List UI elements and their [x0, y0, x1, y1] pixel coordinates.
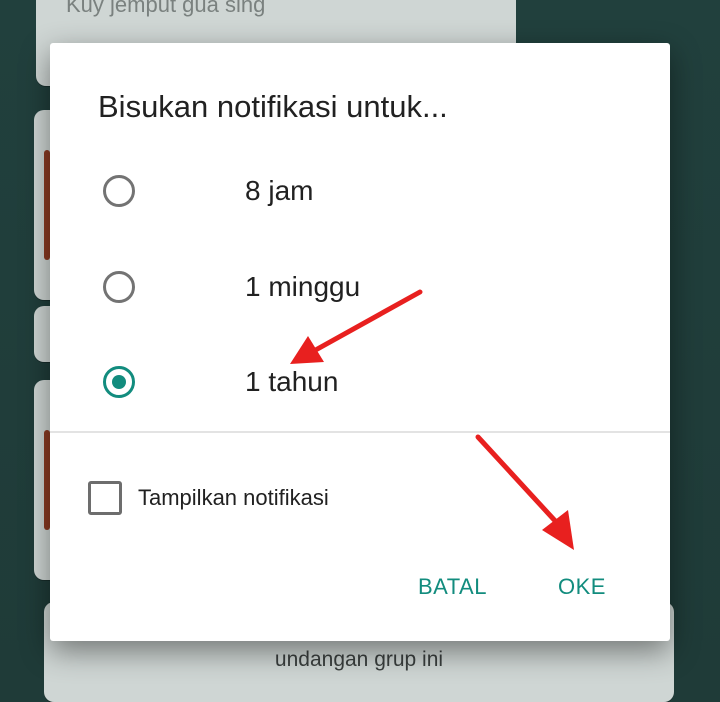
mute-option-1-year[interactable]: 1 tahun — [100, 353, 640, 417]
radio-unchecked-icon[interactable] — [103, 175, 135, 207]
checkbox-unchecked-icon[interactable] — [88, 481, 122, 515]
cancel-button[interactable]: BATAL — [410, 568, 495, 606]
dialog-title: Bisukan notifikasi untuk... — [98, 89, 448, 124]
radio-unchecked-icon[interactable] — [103, 271, 135, 303]
checkbox-label: Tampilkan notifikasi — [138, 485, 329, 510]
mute-notifications-dialog: Bisukan notifikasi untuk... 8 jam 1 ming… — [50, 43, 670, 641]
system-message-text: undangan grup ini — [274, 648, 444, 671]
show-notifications-checkbox-row[interactable]: Tampilkan notifikasi — [88, 479, 508, 519]
mute-option-8-hours[interactable]: 8 jam — [100, 162, 640, 226]
divider — [50, 431, 670, 433]
mute-option-1-week[interactable]: 1 minggu — [100, 258, 640, 322]
option-label: 1 minggu — [245, 271, 361, 302]
option-label: 8 jam — [245, 175, 314, 206]
option-label: 1 tahun — [245, 366, 339, 397]
radio-checked-icon[interactable] — [103, 366, 135, 398]
message-text: Kuy jemput gua sing — [66, 0, 266, 17]
ok-button[interactable]: OKE — [550, 568, 614, 606]
